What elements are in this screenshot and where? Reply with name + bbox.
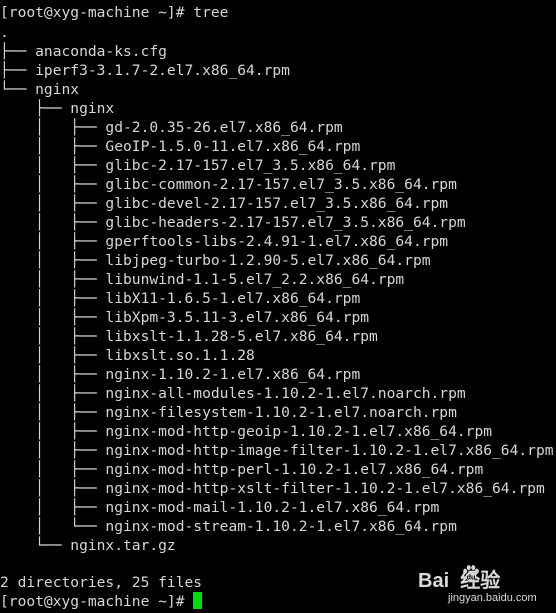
tree-line: │ ├── gperftools-libs-2.4.91-1.el7.x86_6…	[0, 233, 449, 250]
tree-line: │ ├── nginx-mod-http-perl-1.10.2-1.el7.x…	[0, 461, 484, 478]
tree-line: │ ├── nginx-all-modules-1.10.2-1.el7.noa…	[0, 385, 466, 402]
prompt-text: [root@xyg-machine ~]#	[0, 593, 194, 610]
tree-line: │ ├── nginx-mod-mail-1.10.2-1.el7.x86_64…	[0, 499, 440, 516]
tree-line: │ ├── nginx-mod-http-image-filter-1.10.2…	[0, 442, 554, 459]
tree-line: │ ├── libxslt.so.1.1.28	[0, 347, 255, 364]
svg-text:du: du	[467, 572, 476, 581]
prompt-line: [root@xyg-machine ~]# tree	[0, 4, 229, 21]
tree-line: ├── nginx	[0, 100, 115, 117]
watermark-site: jingyan.baidu.com	[448, 592, 537, 604]
tree-line: │ ├── glibc-devel-2.17-157.el7_3.5.x86_6…	[0, 195, 449, 212]
tree-line: │ ├── nginx-mod-http-xslt-filter-1.10.2-…	[0, 480, 545, 497]
tree-line: ├── iperf3-3.1.7-2.el7.x86_64.rpm	[0, 62, 290, 79]
tree-line: └── nginx.tar.gz	[0, 537, 176, 554]
tree-line: │ ├── nginx-1.10.2-1.el7.x86_64.rpm	[0, 366, 361, 383]
terminal-window[interactable]: [root@xyg-machine ~]# tree . ├── anacond…	[0, 0, 556, 613]
baidu-paw-icon: du	[463, 565, 479, 581]
tree-line: │ ├── libxslt-1.1.28-5.el7.x86_64.rpm	[0, 328, 378, 345]
tree-line: ├── anaconda-ks.cfg	[0, 43, 167, 60]
tree-line: │ ├── libX11-1.6.5-1.el7.x86_64.rpm	[0, 290, 361, 307]
tree-line: │ ├── nginx-filesystem-1.10.2-1.el7.noar…	[0, 404, 457, 421]
tree-line: │ ├── libjpeg-turbo-1.2.90-5.el7.x86_64.…	[0, 252, 431, 269]
watermark-brand: Bai 经验	[418, 570, 501, 592]
tree-line: │ ├── libunwind-1.1-5.el7_2.2.x86_64.rpm	[0, 271, 405, 288]
tree-line: │ ├── glibc-common-2.17-157.el7_3.5.x86_…	[0, 176, 457, 193]
block-cursor-icon	[193, 592, 203, 609]
tree-line: └── nginx	[0, 81, 80, 98]
tree-line: │ ├── libXpm-3.5.11-3.el7.x86_64.rpm	[0, 309, 370, 326]
tree-line: │ ├── GeoIP-1.5.0-11.el7.x86_64.rpm	[0, 138, 361, 155]
prompt-line-active[interactable]: [root@xyg-machine ~]#	[0, 592, 203, 611]
summary-line: 2 directories, 25 files	[0, 574, 203, 591]
tree-line: │ ├── gd-2.0.35-26.el7.x86_64.rpm	[0, 119, 343, 136]
tree-line: │ └── nginx-mod-stream-1.10.2-1.el7.x86_…	[0, 518, 457, 535]
tree-line: │ ├── glibc-headers-2.17-157.el7_3.5.x86…	[0, 214, 466, 231]
tree-line: .	[0, 24, 9, 41]
tree-line: │ ├── glibc-2.17-157.el7_3.5.x86_64.rpm	[0, 157, 396, 174]
tree-line: │ ├── nginx-mod-http-geoip-1.10.2-1.el7.…	[0, 423, 493, 440]
baidu-watermark: Bai 经验 du jingyan.baidu.com	[418, 560, 550, 610]
